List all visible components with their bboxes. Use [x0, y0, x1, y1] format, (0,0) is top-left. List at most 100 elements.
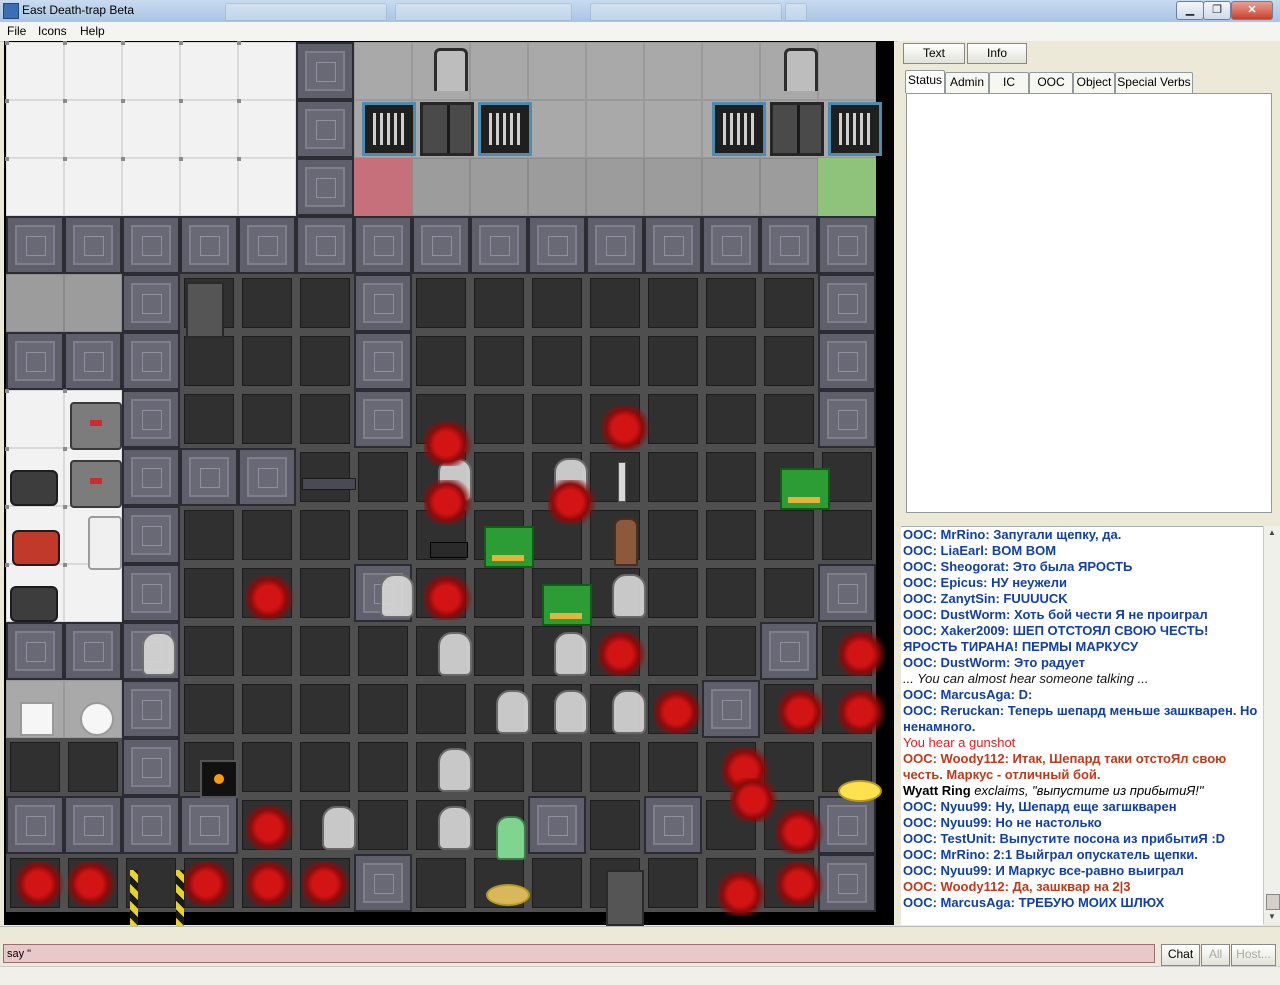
ghost-icon[interactable]: [380, 574, 414, 618]
menu-file[interactable]: File: [7, 24, 26, 38]
floor-tile[interactable]: [180, 622, 238, 680]
fridge-icon[interactable]: [88, 516, 122, 570]
coat-icon[interactable]: [20, 702, 54, 736]
floor-tile[interactable]: [296, 564, 354, 622]
floor-tile[interactable]: [818, 42, 876, 100]
hazard-stripe-icon[interactable]: [130, 870, 138, 926]
floor-tile[interactable]: [528, 332, 586, 390]
floor-tile[interactable]: [586, 100, 644, 158]
floor-tile[interactable]: [644, 100, 702, 158]
floor-tile[interactable]: [238, 506, 296, 564]
floor-tile[interactable]: [6, 274, 64, 332]
blood-splatter-icon[interactable]: [598, 632, 654, 676]
floor-tile[interactable]: [354, 216, 412, 274]
tab-special-verbs[interactable]: Special Verbs: [1115, 72, 1193, 93]
blood-splatter-icon[interactable]: [838, 632, 894, 676]
scroll-down-arrow-icon[interactable]: ▼: [1264, 910, 1280, 924]
floor-tile[interactable]: [180, 796, 238, 854]
floor-tile[interactable]: [63, 99, 122, 158]
floor-tile[interactable]: [6, 796, 64, 854]
floor-tile[interactable]: [179, 157, 238, 216]
ghost-icon[interactable]: [554, 632, 588, 676]
ghost-icon[interactable]: [322, 806, 356, 850]
blood-splatter-icon[interactable]: [776, 810, 832, 854]
tab-status[interactable]: Status: [905, 70, 945, 93]
floor-tile[interactable]: [354, 448, 412, 506]
floor-tile[interactable]: [528, 854, 586, 912]
floor-tile[interactable]: [586, 332, 644, 390]
floor-tile[interactable]: [586, 274, 644, 332]
floor-tile[interactable]: [528, 796, 586, 854]
floor-tile[interactable]: [64, 738, 122, 796]
menu-help[interactable]: Help: [80, 24, 105, 38]
floor-tile[interactable]: [180, 506, 238, 564]
floor-tile[interactable]: [528, 216, 586, 274]
blood-splatter-icon[interactable]: [246, 576, 302, 620]
locker-icon[interactable]: [186, 282, 224, 338]
blood-splatter-icon[interactable]: [184, 862, 240, 906]
floor-tile[interactable]: [470, 274, 528, 332]
window-icon[interactable]: [362, 102, 416, 156]
green-crate-icon[interactable]: [484, 526, 534, 568]
floor-tile[interactable]: [644, 738, 702, 796]
floor-tile[interactable]: [179, 41, 238, 100]
floor-tile[interactable]: [412, 274, 470, 332]
restore-button[interactable]: ❐: [1203, 1, 1231, 20]
floor-tile[interactable]: [5, 41, 64, 100]
floor-tile[interactable]: [702, 622, 760, 680]
floor-tile[interactable]: [528, 158, 586, 216]
floor-tile[interactable]: [238, 274, 296, 332]
text-button[interactable]: Text: [903, 43, 965, 64]
floor-tile[interactable]: [180, 390, 238, 448]
blood-splatter-icon[interactable]: [654, 690, 710, 734]
floor-tile[interactable]: [237, 157, 296, 216]
floor-tile[interactable]: [644, 796, 702, 854]
ghost-icon[interactable]: [612, 690, 646, 734]
tab-ic[interactable]: IC: [989, 72, 1029, 93]
blood-splatter-icon[interactable]: [16, 862, 72, 906]
floor-tile[interactable]: [412, 680, 470, 738]
floor-tile[interactable]: [528, 42, 586, 100]
blood-splatter-icon[interactable]: [68, 862, 124, 906]
revolver-icon[interactable]: [430, 542, 468, 558]
floor-tile[interactable]: [702, 680, 760, 738]
floor-tile[interactable]: [296, 622, 354, 680]
floor-tile[interactable]: [354, 738, 412, 796]
floor-tile[interactable]: [644, 158, 702, 216]
airlock-door-icon[interactable]: [420, 102, 474, 156]
floor-tile[interactable]: [354, 332, 412, 390]
airlock-door-icon[interactable]: [770, 102, 824, 156]
ghost-icon[interactable]: [438, 632, 472, 676]
floor-tile[interactable]: [296, 158, 354, 216]
floor-tile[interactable]: [180, 332, 238, 390]
floor-tile[interactable]: [180, 564, 238, 622]
floor-tile[interactable]: [818, 390, 876, 448]
floor-tile[interactable]: [470, 42, 528, 100]
floor-tile[interactable]: [702, 506, 760, 564]
menu-icons[interactable]: Icons: [38, 24, 67, 38]
floor-tile[interactable]: [238, 738, 296, 796]
close-button[interactable]: ✕: [1231, 1, 1273, 20]
floor-tile[interactable]: [644, 216, 702, 274]
floor-tile[interactable]: [6, 738, 64, 796]
floor-tile[interactable]: [702, 390, 760, 448]
floor-tile[interactable]: [818, 506, 876, 564]
floor-tile[interactable]: [238, 332, 296, 390]
floor-tile[interactable]: [528, 100, 586, 158]
floor-tile[interactable]: [5, 99, 64, 158]
blood-splatter-icon[interactable]: [246, 806, 302, 850]
floor-tile[interactable]: [760, 622, 818, 680]
floor-tile[interactable]: [586, 796, 644, 854]
floor-tile[interactable]: [122, 506, 180, 564]
rifle-icon[interactable]: [302, 478, 356, 490]
floor-tile[interactable]: [354, 42, 412, 100]
floor-tile[interactable]: [180, 680, 238, 738]
device-icon[interactable]: [200, 760, 238, 798]
floor-tile[interactable]: [64, 274, 122, 332]
floor-tile[interactable]: [760, 332, 818, 390]
floor-tile[interactable]: [121, 99, 180, 158]
floor-tile[interactable]: [760, 158, 818, 216]
chat-log[interactable]: OOC: MrRino: Запугали щепку, да. OOC: Lia…: [901, 526, 1263, 925]
all-button[interactable]: All: [1201, 944, 1230, 966]
floor-tile[interactable]: [5, 389, 64, 448]
